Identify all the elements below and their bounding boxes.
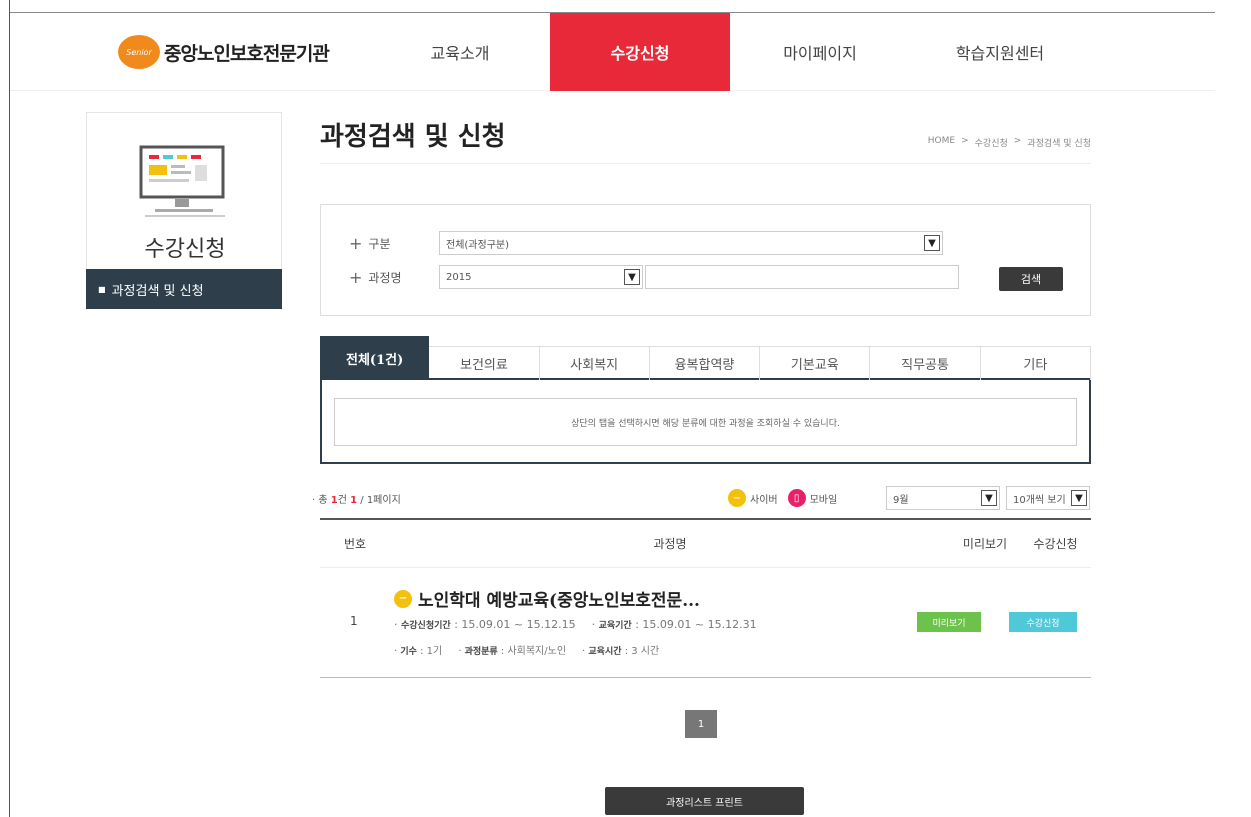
tab-etc[interactable]: 기타 [980, 346, 1091, 380]
breadcrumb-enroll[interactable]: 수강신청 [975, 136, 1008, 149]
total-unit: 건 [337, 494, 347, 506]
legend: − 사이버 ▯ 모바일 [728, 489, 837, 507]
tab-all[interactable]: 전체(1건) [320, 336, 430, 380]
category-value: : 사회복지/노인 [500, 646, 567, 657]
category-tabs: 전체(1건) 보건의료 사회복지 융복합역량 기본교육 직무공통 기타 [320, 336, 1091, 380]
page-current: 1 [350, 494, 358, 506]
term-label: 기수 [400, 647, 417, 657]
page-title: 과정검색 및 신청 [320, 122, 506, 152]
nav-item-mypage[interactable]: 마이페이지 [730, 13, 910, 91]
course-keyword-input[interactable] [645, 265, 959, 289]
monitor-icon [139, 145, 225, 217]
total-count: · 총 1건 1 / 1페이지 [312, 494, 401, 506]
breadcrumb-current: 과정검색 및 신청 [1027, 139, 1091, 149]
total-number: 1 [330, 494, 338, 506]
row-meta-periods: · 수강신청기간 : 15.09.01 ~ 15.12.15 · 교육기간 : … [394, 618, 757, 631]
chevron-down-icon: ▼ [981, 490, 997, 506]
edu-period: : 15.09.01 ~ 15.12.31 [635, 618, 757, 631]
bullet-icon: ■ [98, 284, 106, 294]
hours-label: 교육시간 [588, 647, 622, 657]
chevron-down-icon: ▼ [924, 235, 940, 251]
hours-value: : 3 시간 [624, 646, 660, 657]
category-label: 과정분류 [464, 647, 498, 657]
plus-icon: + [349, 267, 363, 287]
header-title: 과정명 [653, 537, 687, 551]
tab-common[interactable]: 직무공통 [870, 346, 981, 380]
header: Senior 중앙노인보호전문기관 교육소개 수강신청 마이페이지 학습지원센터 [10, 13, 1215, 91]
page-total: / 1페이지 [360, 494, 401, 506]
preview-button[interactable]: 미리보기 [917, 612, 981, 632]
nav-item-support[interactable]: 학습지원센터 [910, 13, 1090, 91]
course-title: 노인학대 예방교육(중앙노인보호전문... [418, 591, 700, 611]
header-apply: 수강신청 [1033, 537, 1078, 551]
year-select[interactable]: 2015 ▼ [439, 265, 643, 289]
course-label: 과정명 [368, 270, 402, 285]
frame-border-left [9, 0, 10, 817]
tab-welfare[interactable]: 사회복지 [539, 346, 650, 380]
breadcrumb-separator: > [961, 136, 969, 146]
sidebar-item-course-search[interactable]: ■ 과정검색 및 신청 [86, 269, 282, 309]
sidebar-item-label: 과정검색 및 신청 [111, 283, 204, 299]
tab-health[interactable]: 보건의료 [429, 346, 540, 380]
breadcrumb: HOME > 수강신청 > 과정검색 및 신청 [928, 136, 1091, 149]
category-select-value: 전체(과정구분) [446, 239, 510, 251]
list-info: · 총 1건 1 / 1페이지 − 사이버 ▯ 모바일 9월 ▼ 10개씩 보기… [312, 486, 1091, 510]
mobile-icon: ▯ [787, 489, 806, 507]
chevron-down-icon: ▼ [1071, 490, 1087, 506]
sidebar-title: 수강신청 [144, 237, 226, 262]
view-count-select[interactable]: 10개씩 보기 ▼ [1006, 486, 1090, 510]
search-box: + 구분 전체(과정구분) ▼ + 과정명 2015 ▼ 검색 [320, 204, 1091, 316]
cyber-icon: − [728, 489, 746, 507]
pagination-page-1[interactable]: 1 [685, 710, 717, 738]
view-count-value: 10개씩 보기 [1013, 494, 1066, 506]
tab-basic[interactable]: 기본교육 [760, 346, 871, 380]
logo-badge: Senior [118, 35, 160, 69]
row-meta-details: · 기수 : 1기 · 과정분류 : 사회복지/노인 · 교육시간 : 3 시간 [394, 646, 660, 657]
table-row: 1 − 노인학대 예방교육(중앙노인보호전문... · 수강신청기간 : 15.… [320, 568, 1091, 678]
tab-panel: 상단의 탭을 선택하시면 해당 분류에 대한 과정을 조회하실 수 있습니다. [320, 380, 1091, 464]
category-select[interactable]: 전체(과정구분) ▼ [439, 231, 943, 255]
row-number: 1 [350, 614, 358, 628]
tab-convergence[interactable]: 융복합역량 [649, 346, 761, 380]
tab-message: 상단의 탭을 선택하시면 해당 분류에 대한 과정을 조회하실 수 있습니다. [334, 398, 1077, 446]
course-title-link[interactable]: − 노인학대 예방교육(중앙노인보호전문... [394, 586, 700, 611]
logo-text: 중앙노인보호전문기관 [164, 42, 330, 65]
apply-button[interactable]: 수강신청 [1009, 612, 1077, 632]
breadcrumb-home[interactable]: HOME [928, 136, 955, 149]
breadcrumb-separator: > [1013, 136, 1022, 146]
search-button[interactable]: 검색 [999, 267, 1063, 291]
total-prefix: 총 [318, 494, 328, 506]
apply-period: : 15.09.01 ~ 15.12.15 [454, 618, 576, 631]
logo[interactable]: Senior 중앙노인보호전문기관 [118, 35, 330, 69]
nav-item-enroll[interactable]: 수강신청 [550, 13, 730, 91]
search-row-category: + 구분 전체(과정구분) ▼ [349, 231, 943, 255]
month-select[interactable]: 9월 ▼ [886, 486, 1000, 510]
search-row-course: + 과정명 2015 ▼ [349, 265, 959, 289]
header-no: 번호 [343, 537, 367, 551]
header-preview: 미리보기 [962, 537, 1008, 551]
title-divider [320, 163, 1091, 164]
category-label: 구분 [368, 236, 391, 251]
main-nav: 교육소개 수강신청 마이페이지 학습지원센터 [370, 13, 1090, 91]
legend-mobile: 모바일 [809, 494, 838, 506]
edu-period-label: 교육기간 [598, 621, 632, 631]
month-select-value: 9월 [893, 494, 909, 506]
year-select-value: 2015 [446, 271, 472, 283]
term-value: : 1기 [420, 646, 443, 657]
nav-item-intro[interactable]: 교육소개 [370, 13, 550, 91]
table-header: 번호 과정명 미리보기 수강신청 [320, 520, 1091, 568]
chevron-down-icon: ▼ [624, 269, 640, 285]
print-list-button[interactable]: 과정리스트 프린트 [605, 787, 804, 815]
legend-cyber: 사이버 [750, 494, 778, 506]
plus-icon: + [349, 233, 363, 253]
apply-period-label: 수강신청기간 [401, 621, 451, 631]
cyber-icon: − [394, 589, 412, 608]
